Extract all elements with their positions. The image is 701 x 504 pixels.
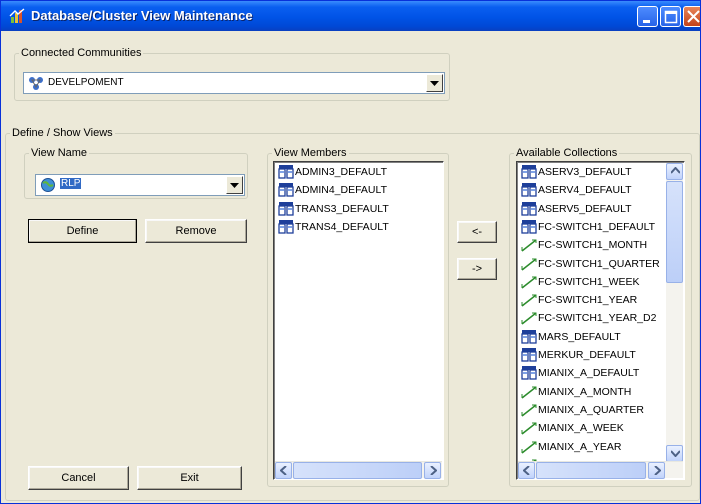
list-item-label: MARS_DEFAULT bbox=[538, 330, 621, 343]
trend-icon bbox=[521, 292, 537, 307]
view-name-select[interactable]: RLP bbox=[35, 174, 245, 196]
maintenance-window: Database/Cluster View Maintenance Connec… bbox=[0, 0, 701, 504]
scroll-down-icon[interactable] bbox=[666, 445, 683, 462]
trend-icon bbox=[521, 384, 537, 399]
trend-icon bbox=[521, 274, 537, 289]
trend-icon bbox=[521, 237, 537, 252]
list-item-label: FC-SWITCH1_QUARTER bbox=[538, 257, 660, 270]
list-item-label: ASERV4_DEFAULT bbox=[538, 184, 632, 197]
app-icon bbox=[9, 8, 25, 24]
scroll-left-icon[interactable] bbox=[518, 462, 535, 479]
communities-group: Connected Communities DEVELPOMENT bbox=[14, 47, 450, 101]
chevron-down-icon[interactable] bbox=[226, 176, 243, 194]
view-name-legend: View Name bbox=[31, 147, 88, 159]
close-button[interactable] bbox=[683, 6, 700, 27]
list-item-label: ASERV5_DEFAULT bbox=[538, 202, 632, 215]
define-views-legend: Define / Show Views bbox=[12, 127, 113, 139]
list-item-label: MERKUR_DEFAULT bbox=[538, 349, 636, 361]
cluster-icon bbox=[521, 347, 537, 362]
community-select-value: DEVELPOMENT bbox=[48, 77, 124, 88]
view-members-legend: View Members bbox=[274, 147, 347, 159]
view-members-list[interactable]: ADMIN3_DEFAULT ADMIN4_DEFAULT TRANS3_DEFAU… bbox=[273, 161, 444, 480]
list-item-label: FC-SWITCH1_MONTH bbox=[538, 239, 648, 252]
list-item-label: ASERV3_DEFAULT bbox=[538, 166, 632, 178]
list-item-label: ADMIN4_DEFAULT bbox=[295, 184, 387, 197]
horizontal-scrollbar[interactable] bbox=[275, 461, 442, 479]
trend-icon bbox=[521, 420, 537, 435]
list-item-label: MIANIX_A_DEFAULT bbox=[538, 367, 640, 380]
minimize-icon bbox=[643, 20, 650, 23]
available-collections-legend: Available Collections bbox=[516, 147, 618, 159]
communities-legend: Connected Communities bbox=[21, 47, 142, 59]
add-to-view-button[interactable]: <- bbox=[457, 221, 497, 243]
list-item-label: MIANIX_A_MONTH bbox=[538, 385, 632, 398]
globe-icon bbox=[40, 177, 56, 193]
remove-from-view-button[interactable]: -> bbox=[457, 258, 497, 280]
cluster-icon bbox=[521, 182, 537, 197]
remove-button[interactable]: Remove bbox=[145, 219, 247, 243]
list-item-label: FC-SWITCH1_YEAR_D2 bbox=[538, 312, 657, 325]
view-name-group: View Name RLP bbox=[24, 147, 248, 199]
trend-icon bbox=[521, 256, 537, 271]
list-item-label: TRANS4_DEFAULT bbox=[295, 220, 389, 233]
cluster-icon bbox=[278, 201, 294, 216]
trend-icon bbox=[521, 310, 537, 325]
trend-icon bbox=[521, 439, 537, 454]
close-icon bbox=[687, 10, 700, 23]
list-item-label: MIANIX_A_WEEK bbox=[538, 422, 624, 435]
network-community-icon bbox=[28, 75, 44, 91]
available-collections-list[interactable]: ASERV3_DEFAULT ASERV4_DEFAULT ASERV5_DEFAU… bbox=[516, 161, 685, 480]
minimize-button[interactable] bbox=[637, 6, 658, 27]
vertical-scrollbar[interactable] bbox=[666, 163, 683, 462]
exit-button[interactable]: Exit bbox=[137, 466, 242, 490]
cluster-icon bbox=[278, 219, 294, 234]
title-bar[interactable]: Database/Cluster View Maintenance bbox=[1, 1, 700, 31]
cluster-icon bbox=[278, 164, 294, 179]
list-item-label: FC-SWITCH1_YEAR bbox=[538, 294, 638, 307]
horizontal-scrollbar[interactable] bbox=[518, 461, 683, 479]
cluster-icon bbox=[521, 201, 537, 216]
window-title: Database/Cluster View Maintenance bbox=[31, 8, 253, 23]
scroll-left-icon[interactable] bbox=[275, 462, 292, 479]
community-select[interactable]: DEVELPOMENT bbox=[23, 72, 445, 94]
cluster-icon bbox=[278, 182, 294, 197]
trend-icon bbox=[521, 402, 537, 417]
scroll-thumb[interactable] bbox=[293, 462, 422, 479]
maximize-button[interactable] bbox=[660, 6, 681, 27]
list-item-label: ADMIN3_DEFAULT bbox=[295, 166, 387, 178]
list-item-label: FC-SWITCH1_WEEK bbox=[538, 275, 640, 288]
define-button[interactable]: Define bbox=[28, 219, 137, 243]
chevron-down-icon[interactable] bbox=[426, 74, 443, 92]
list-item-label: FC-SWITCH1_DEFAULT bbox=[538, 220, 656, 233]
maximize-icon bbox=[664, 10, 678, 24]
cluster-icon bbox=[521, 329, 537, 344]
cluster-icon bbox=[521, 365, 537, 380]
cancel-button[interactable]: Cancel bbox=[28, 466, 129, 490]
scroll-right-icon[interactable] bbox=[424, 462, 441, 479]
scroll-thumb[interactable] bbox=[666, 181, 683, 283]
scroll-thumb[interactable] bbox=[536, 462, 646, 479]
view-name-value: RLP bbox=[60, 178, 82, 189]
list-item-label: MIANIX_A_YEAR bbox=[538, 440, 622, 453]
list-item-label: MIANIX_A_QUARTER bbox=[538, 403, 644, 416]
scroll-right-icon[interactable] bbox=[648, 462, 665, 479]
cluster-icon bbox=[521, 164, 537, 179]
cluster-icon bbox=[521, 219, 537, 234]
scroll-up-icon[interactable] bbox=[666, 163, 683, 180]
list-item-label: TRANS3_DEFAULT bbox=[295, 202, 389, 215]
